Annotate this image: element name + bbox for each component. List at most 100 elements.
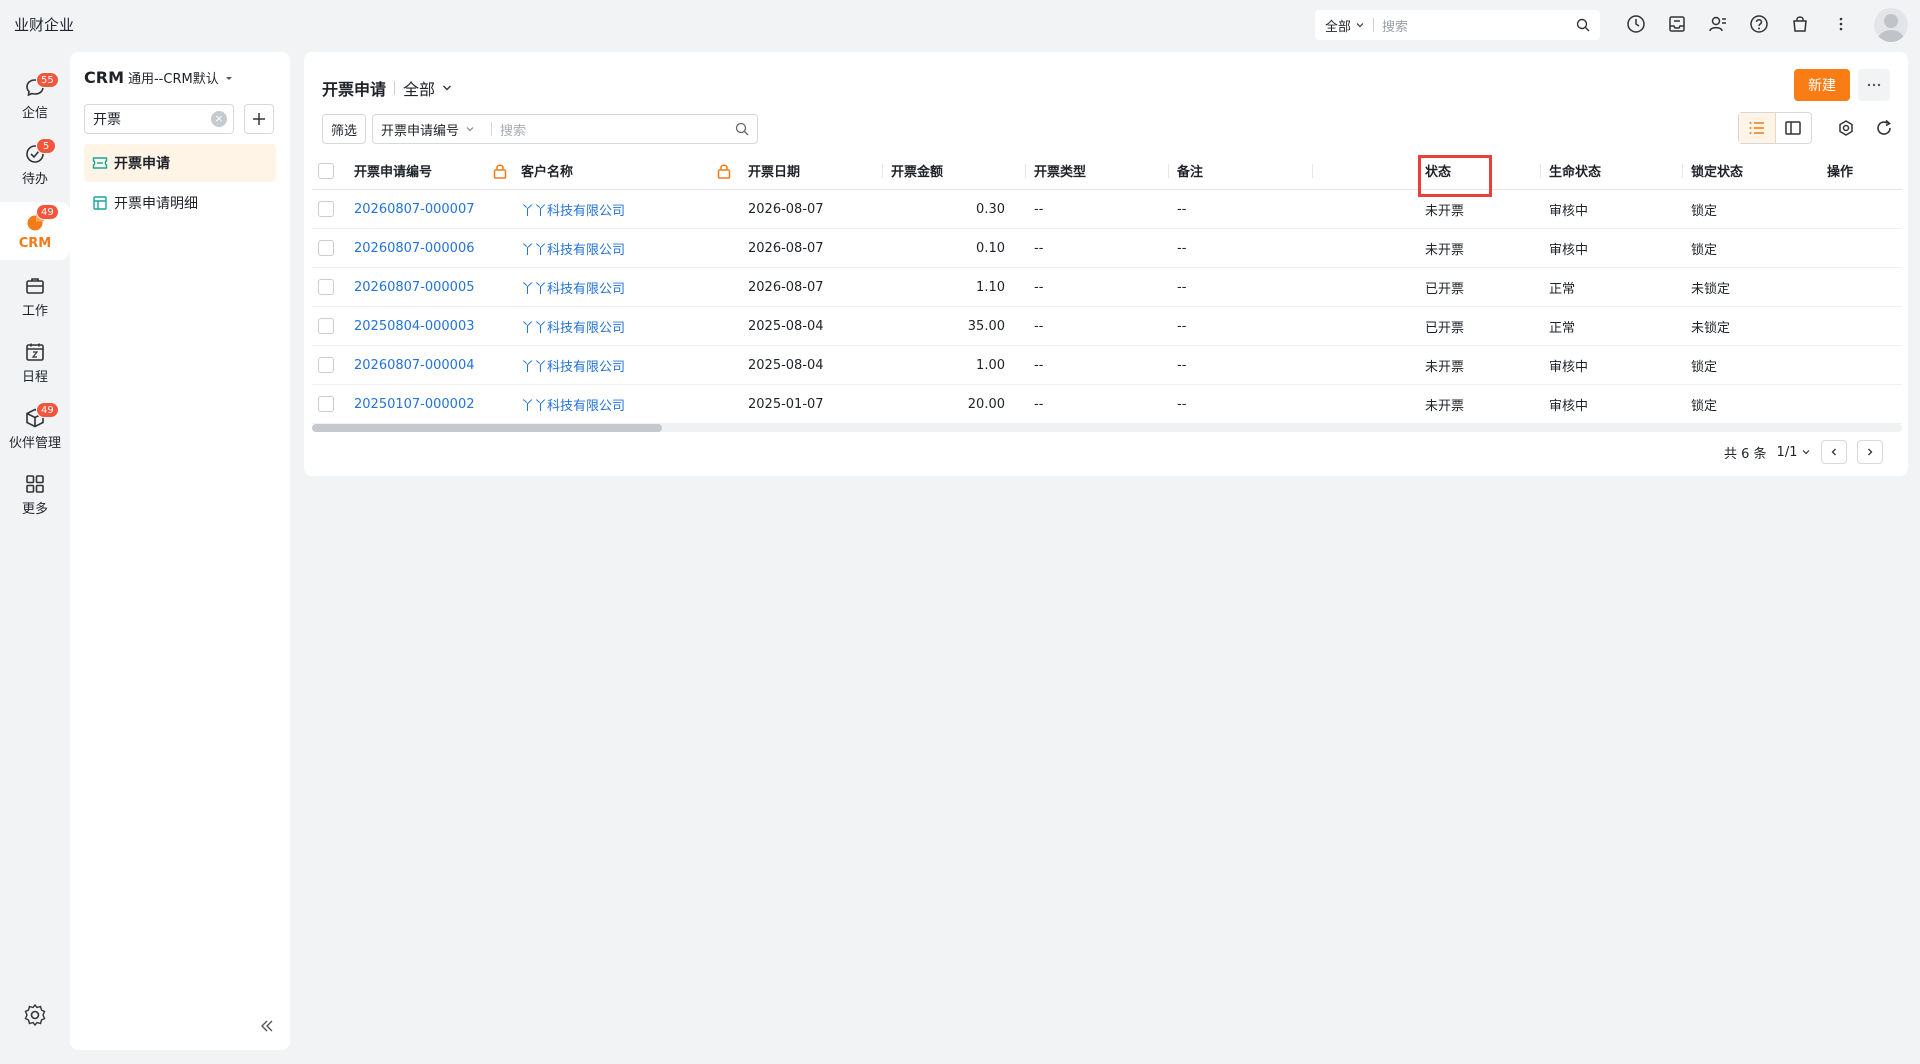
invoice-amount: 35.00 (967, 318, 1005, 334)
lock-status: 锁定 (1691, 359, 1718, 375)
collapse-sidebar-icon[interactable] (260, 1018, 274, 1037)
caret-down-icon (225, 76, 232, 80)
list-search[interactable]: 开票申请编号 搜索 (372, 114, 758, 144)
table-row[interactable]: 20260807-000007 丫丫科技有限公司 2026-08-07 0.30 -- -… (312, 190, 1902, 229)
search-scope-select[interactable]: 全部 (1315, 16, 1365, 35)
col-header[interactable]: 客户名称 (521, 152, 573, 189)
filter-button[interactable]: 筛选 (322, 114, 366, 144)
lock-status: 未锁定 (1691, 320, 1731, 336)
table-row[interactable]: 20250107-000002 丫丫科技有限公司 2025-01-07 20.00 --… (312, 385, 1902, 424)
horizontal-scrollbar[interactable] (312, 424, 1902, 432)
row-checkbox[interactable] (318, 240, 334, 256)
todo-badge: 5 (36, 138, 56, 154)
row-checkbox[interactable] (318, 318, 334, 334)
table-row[interactable]: 20250804-000003 丫丫科技有限公司 2025-08-04 35.00 --… (312, 307, 1902, 346)
remark: -- (1177, 240, 1187, 256)
customer-link[interactable]: 丫丫科技有限公司 (521, 346, 625, 384)
split-view-icon[interactable] (1776, 113, 1812, 143)
row-checkbox[interactable] (318, 279, 334, 295)
nav-item-invoice-detail[interactable]: 开票申请明细 (84, 184, 276, 222)
chevron-down-icon (443, 85, 452, 91)
table-row[interactable]: 20260807-000005 丫丫科技有限公司 2026-08-07 1.10 -- -… (312, 268, 1902, 307)
rail-item-qixin[interactable]: 企信 55 (0, 70, 70, 128)
prev-page-button[interactable] (1821, 440, 1848, 464)
rail-item-schedule[interactable]: 日程 (0, 334, 70, 392)
inbox-icon[interactable] (1663, 10, 1691, 38)
table-doc-icon (93, 196, 107, 210)
invoice-id-link[interactable]: 20260807-000006 (354, 229, 475, 267)
table-row[interactable]: 20260807-000006 丫丫科技有限公司 2026-08-07 0.10 -- -… (312, 229, 1902, 268)
crm-sidebar: CRM 通用--CRM默认 开票 × 开票申请 开票申请明细 (70, 52, 290, 1050)
view-select[interactable]: 全部 (403, 76, 453, 100)
search-icon[interactable] (735, 122, 749, 136)
refresh-icon[interactable] (1872, 116, 1896, 140)
col-header[interactable]: 开票金额 (891, 152, 943, 189)
customer-link[interactable]: 丫丫科技有限公司 (521, 190, 625, 228)
customer-link[interactable]: 丫丫科技有限公司 (521, 229, 625, 267)
grid-icon (26, 475, 44, 493)
column-settings-icon[interactable] (1834, 116, 1858, 140)
history-clock-icon[interactable] (1622, 10, 1650, 38)
invoice-type: -- (1034, 357, 1044, 373)
col-header[interactable]: 生命状态 (1549, 152, 1601, 189)
shop-bag-icon[interactable] (1786, 10, 1814, 38)
col-header[interactable]: 开票日期 (748, 152, 800, 189)
row-checkbox[interactable] (318, 201, 334, 217)
customer-link[interactable]: 丫丫科技有限公司 (521, 307, 625, 345)
remark: -- (1177, 396, 1187, 412)
add-button[interactable] (244, 104, 274, 134)
search-input[interactable]: 搜索 (1382, 16, 1576, 35)
clear-icon[interactable]: × (211, 111, 227, 127)
col-header[interactable]: 锁定状态 (1691, 152, 1743, 189)
crm-scope-select[interactable]: CRM 通用--CRM默认 (84, 68, 235, 87)
user-avatar[interactable] (1874, 8, 1908, 42)
contacts-icon[interactable] (1704, 10, 1732, 38)
chevron-left-icon (1832, 448, 1837, 456)
invoice-id-link[interactable]: 20260807-000007 (354, 190, 475, 228)
select-all-checkbox[interactable] (318, 162, 334, 179)
list-search-input[interactable]: 搜索 (492, 120, 735, 139)
invoice-id-link[interactable]: 20260807-000004 (354, 346, 475, 384)
invoice-date: 2025-08-04 (748, 318, 824, 334)
settings-gear-icon[interactable] (22, 1002, 48, 1028)
chevron-right-icon (1868, 448, 1873, 456)
main-panel: 开票申请 全部 新建 筛选 开票申请编号 搜索 开票申请编号 客户名称 开票日期… (304, 52, 1908, 476)
invoice-date: 2026-08-07 (748, 279, 824, 295)
status-highlight-box (1418, 155, 1492, 197)
next-page-button[interactable] (1857, 440, 1884, 464)
lock-icon (717, 152, 731, 189)
row-checkbox[interactable] (318, 357, 334, 373)
nav-item-invoice-request[interactable]: 开票申请 (84, 144, 276, 182)
more-actions-button[interactable] (1858, 69, 1890, 101)
menu-search-input[interactable]: 开票 × (84, 104, 234, 134)
view-mode-toggle (1738, 112, 1812, 144)
list-view-icon[interactable] (1739, 113, 1776, 143)
new-button[interactable]: 新建 (1794, 69, 1850, 101)
more-vertical-icon[interactable] (1827, 10, 1855, 38)
col-header[interactable]: 开票类型 (1034, 152, 1086, 189)
chevron-down-icon (1356, 23, 1364, 28)
invoice-id-link[interactable]: 20260807-000005 (354, 268, 475, 306)
global-search[interactable]: 全部 搜索 (1315, 10, 1600, 40)
status: 未开票 (1425, 242, 1465, 258)
search-icon[interactable] (1576, 18, 1590, 32)
search-field-select[interactable]: 开票申请编号 (373, 120, 491, 139)
invoice-id-link[interactable]: 20250107-000002 (354, 385, 475, 423)
table-row[interactable]: 20260807-000004 丫丫科技有限公司 2025-08-04 1.00 -- -… (312, 346, 1902, 385)
col-header[interactable]: 备注 (1177, 152, 1203, 189)
remark: -- (1177, 318, 1187, 334)
rail-item-todo[interactable]: 待办 5 (0, 136, 70, 194)
rail-item-crm[interactable]: CRM 49 (0, 202, 70, 260)
invoice-id-link[interactable]: 20250804-000003 (354, 307, 475, 345)
chevron-down-icon (1803, 450, 1810, 455)
total-count: 共 6 条 (1724, 446, 1767, 462)
help-icon[interactable] (1745, 10, 1773, 38)
col-header[interactable]: 开票申请编号 (354, 152, 432, 189)
rail-item-more[interactable]: 更多 (0, 466, 70, 524)
rail-item-partner[interactable]: 伙伴管理 49 (0, 400, 70, 458)
row-checkbox[interactable] (318, 396, 334, 412)
rail-item-work[interactable]: 工作 (0, 268, 70, 326)
customer-link[interactable]: 丫丫科技有限公司 (521, 385, 625, 423)
customer-link[interactable]: 丫丫科技有限公司 (521, 268, 625, 306)
page-select[interactable]: 1/1 (1777, 445, 1812, 460)
